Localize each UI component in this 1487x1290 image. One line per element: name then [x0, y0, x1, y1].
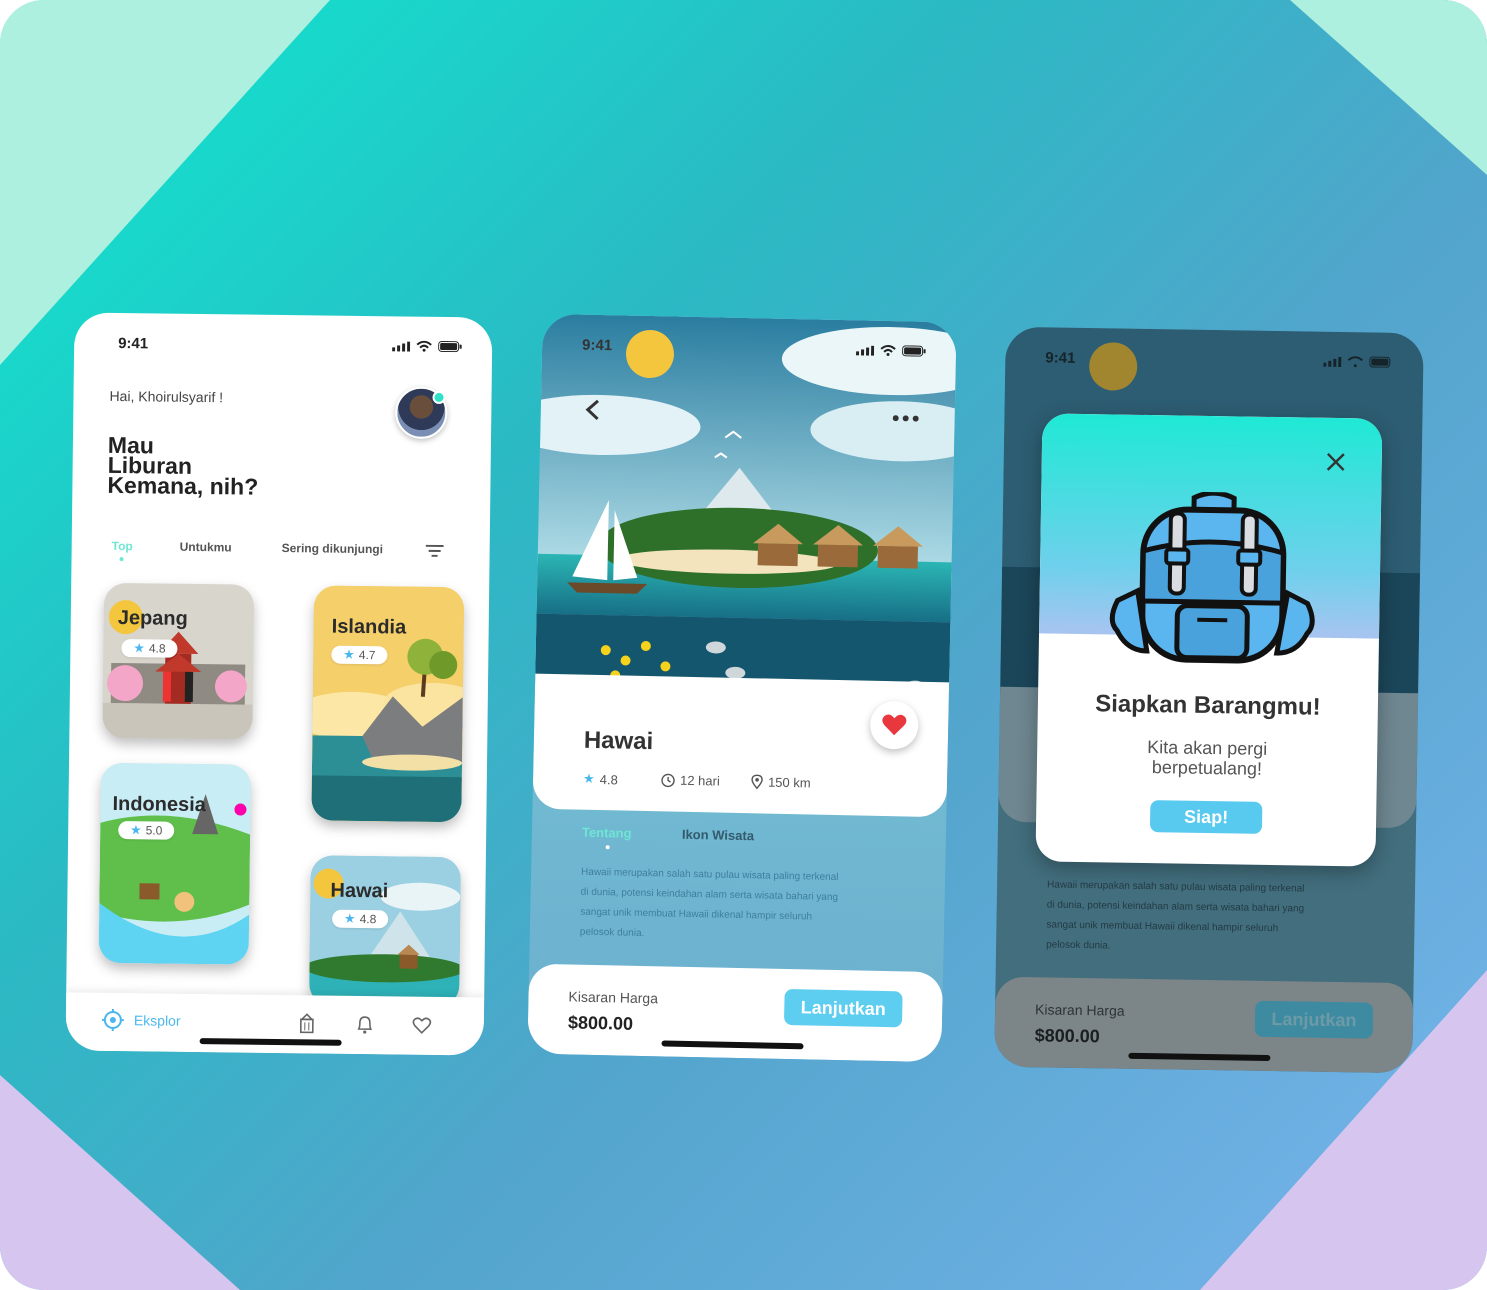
star-icon: ★: [582, 770, 595, 786]
heart-icon[interactable]: [412, 1017, 432, 1035]
star-icon: ★: [343, 910, 356, 926]
filter-icon[interactable]: [425, 544, 444, 557]
wifi-icon: [880, 344, 896, 356]
rating-badge: ★ 5.0: [118, 821, 175, 840]
status-time: 9:41: [1045, 349, 1076, 367]
duration-value: 12 hari: [679, 772, 720, 789]
place-duration: 12 hari: [661, 772, 720, 789]
wifi-icon: [1347, 356, 1364, 368]
price-value: $800.00: [1034, 1025, 1100, 1047]
modal-screen: 9:41 Hawaii merupakan salah satu pulau w…: [994, 326, 1424, 1074]
modal-title: Siapkan Barangmu!: [1095, 690, 1321, 721]
battery-icon: [1369, 356, 1391, 368]
card-title: Indonesia: [112, 792, 207, 817]
battery-icon: [438, 340, 462, 353]
status-icons: [392, 340, 462, 353]
card-title: Hawai: [330, 879, 389, 903]
page-title: Mau Liburan Kemana, nih?: [107, 432, 259, 500]
rating-value: 4.7: [358, 647, 376, 663]
modal-subtitle-line-2: berpetualang!: [1151, 757, 1263, 779]
continue-button: Lanjutkan: [1254, 1000, 1374, 1039]
active-tab-indicator: [605, 845, 610, 850]
active-tab-indicator: [119, 557, 124, 562]
back-arrow-icon[interactable]: [585, 399, 601, 421]
wifi-icon: [416, 340, 432, 352]
destination-card-islandia[interactable]: Islandia ★ 4.7: [311, 585, 465, 823]
star-icon: ★: [129, 822, 142, 838]
ready-modal: Siapkan Barangmu! Kita akan pergi berpet…: [1035, 413, 1383, 867]
status-time: 9:41: [118, 335, 149, 353]
card-title: Jepang: [117, 607, 188, 630]
tab-untukmu[interactable]: Untukmu: [180, 540, 232, 555]
rating-value: 4.8: [148, 641, 166, 656]
compass-icon: [101, 1008, 124, 1032]
price-label: Kisaran Harga: [568, 988, 659, 1007]
ready-button[interactable]: Siap!: [1149, 800, 1263, 834]
hero-illustration: 9:41: [534, 313, 957, 723]
tab-top[interactable]: Top: [112, 539, 133, 553]
heart-filled-icon: [882, 714, 907, 736]
showcase-canvas: 9:41 Hai, Khoirulsyarif ! Mau Liburan Ke…: [0, 0, 1487, 1290]
price-label: Kisaran Harga: [1034, 1001, 1125, 1019]
greeting-text: Hai, Khoirulsyarif !: [109, 387, 224, 406]
rating-value: 4.8: [599, 771, 618, 787]
status-icons: [1323, 356, 1393, 368]
modal-subtitle: Kita akan pergi berpetualang!: [1037, 735, 1378, 780]
signal-icon: [856, 345, 875, 356]
place-distance: 150 km: [751, 774, 811, 790]
destination-card-jepang[interactable]: Jepang ★ 4.8: [102, 582, 255, 740]
star-icon: ★: [343, 646, 355, 662]
headline-line-3: Kemana, nih?: [107, 471, 259, 500]
more-icon[interactable]: [892, 415, 919, 422]
location-pin-icon: [751, 774, 763, 790]
status-icons: [856, 344, 926, 357]
online-indicator: [432, 390, 446, 405]
backpack-icon: [1109, 490, 1315, 664]
place-description: Hawaii merupakan salah satu pulau wisata…: [1046, 879, 1305, 952]
tab-sering-dikunjungi[interactable]: Sering dikunjungi: [282, 541, 384, 556]
rating-value: 5.0: [145, 823, 163, 838]
hawai-scene: [534, 313, 957, 723]
rating-badge: ★ 4.8: [332, 909, 389, 929]
star-icon: ★: [133, 640, 146, 656]
distance-value: 150 km: [767, 774, 811, 791]
clock-icon: [661, 773, 675, 787]
avatar[interactable]: [395, 386, 448, 440]
close-icon[interactable]: [1326, 452, 1346, 472]
place-rating: ★ 4.8: [583, 771, 618, 788]
rating-badge: ★ 4.8: [121, 639, 178, 658]
tab-ikon-wisata[interactable]: Ikon Wisata: [682, 827, 754, 844]
bell-icon[interactable]: [356, 1014, 374, 1034]
home-screen: 9:41 Hai, Khoirulsyarif ! Mau Liburan Ke…: [65, 312, 493, 1056]
rating-value: 4.8: [359, 912, 377, 927]
bottom-nav: Eksplor: [65, 992, 485, 1056]
destination-card-hawai[interactable]: Hawai ★ 4.8: [309, 855, 461, 1008]
place-description: Hawaii merupakan salah satu pulau wisata…: [579, 866, 839, 940]
status-time: 9:41: [581, 336, 613, 355]
place-title: Hawai: [583, 726, 654, 756]
price-value: $800.00: [567, 1012, 634, 1034]
status-bar: 9:41: [1005, 327, 1423, 368]
status-bar: 9:41: [74, 312, 492, 352]
building-icon[interactable]: [298, 1013, 316, 1034]
signal-icon: [392, 341, 411, 352]
continue-button[interactable]: Lanjutkan: [783, 988, 903, 1028]
battery-icon: [902, 345, 926, 357]
nav-item-eksplor[interactable]: Eksplor: [101, 1008, 181, 1032]
destination-card-indonesia[interactable]: Indonesia ★ 5.0: [98, 762, 252, 965]
nav-label-eksplor: Eksplor: [133, 1012, 181, 1029]
category-tabs: Top Untukmu Sering dikunjungi: [112, 539, 462, 562]
tab-tentang[interactable]: Tentang: [582, 825, 632, 841]
detail-screen: 9:41 Hawai ★ 4.8 12 hari 150 km Tentang …: [527, 313, 957, 1063]
rating-badge: ★ 4.7: [331, 645, 388, 665]
card-title: Islandia: [331, 615, 407, 639]
signal-icon: [1323, 356, 1342, 367]
hawai-illustration: [309, 855, 461, 1008]
